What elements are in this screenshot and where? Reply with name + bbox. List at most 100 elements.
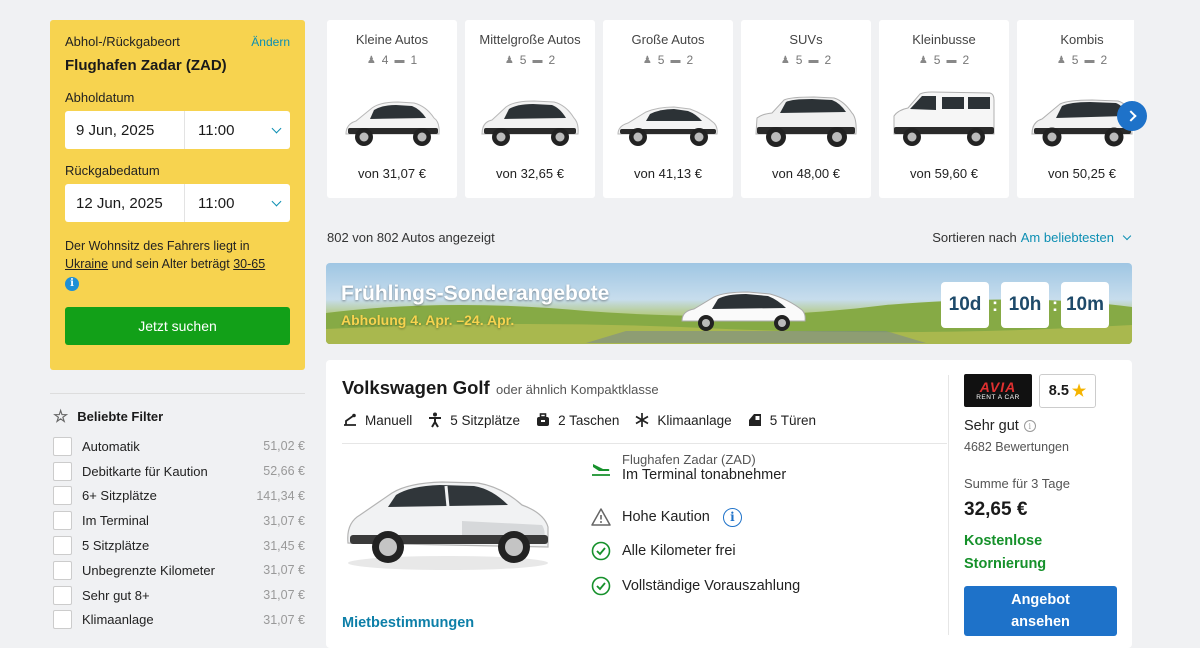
divider	[948, 375, 949, 635]
feature-doors: 5 Türen	[747, 412, 816, 428]
location-value: Flughafen Zadar (ZAD)	[65, 57, 227, 74]
bag-count: 2	[1100, 53, 1108, 67]
snowflake-icon	[635, 413, 649, 427]
pickup-date-input[interactable]: 9 Jun, 2025	[65, 111, 185, 149]
rental-terms-link[interactable]: Mietbestimmungen	[342, 615, 474, 631]
filter-checkbox[interactable]	[53, 436, 72, 456]
info-icon[interactable]: i	[722, 507, 742, 527]
return-label: Rückgabedatum	[65, 163, 160, 178]
pickup-label: Abholdatum	[65, 90, 135, 105]
gear-shift-icon	[344, 413, 356, 426]
person-icon	[429, 412, 442, 428]
offer-card: Volkswagen Golf oder ähnlich Kompaktklas…	[326, 360, 1132, 648]
promo-banner[interactable]: Frühlings-Sonderangebote Abholung 4. Apr…	[326, 263, 1132, 344]
bag-count: 2	[548, 53, 556, 67]
info-icon[interactable]: i	[65, 277, 79, 291]
car-door-icon	[748, 414, 761, 426]
filter-item-sehr-gut[interactable]: Sehr gut 8+ 31,07 €	[50, 583, 305, 608]
category-name: SUVs	[789, 32, 823, 47]
filter-checkbox[interactable]	[53, 486, 72, 506]
carousel-next-button[interactable]	[1117, 101, 1147, 131]
mileage-label: Alle Kilometer frei	[622, 543, 736, 559]
search-button[interactable]: Jetzt suchen	[65, 307, 290, 345]
person-icon: ♟	[642, 54, 652, 66]
category-card-estate[interactable]: Kombis ♟ 5 ▬ 2 von 50,25 €	[1017, 20, 1134, 198]
category-price: von 32,65 €	[496, 166, 564, 181]
filter-label: Automatik	[82, 438, 140, 454]
category-specs: ♟ 5 ▬ 2	[879, 53, 1009, 67]
view-offer-button[interactable]: Angebot ansehen	[964, 586, 1117, 636]
filter-item-5-seats[interactable]: 5 Sitzplätze 31,45 €	[50, 533, 305, 558]
filter-item-debitkarte[interactable]: Debitkarte für Kaution 52,66 €	[50, 459, 305, 484]
filter-price: 51,02 €	[263, 439, 305, 454]
filter-checkbox[interactable]	[53, 585, 72, 605]
return-time-select[interactable]: 11:00	[185, 184, 290, 222]
sort-value[interactable]: Am beliebtesten	[1021, 230, 1114, 245]
filter-checkbox[interactable]	[53, 511, 72, 531]
residence-country-link[interactable]: Ukraine	[65, 257, 108, 271]
category-name: Kleine Autos	[355, 32, 429, 47]
banner-title: Frühlings-Sonderangebote	[341, 282, 610, 305]
chevron-down-icon	[271, 196, 282, 206]
category-card-medium[interactable]: Mittelgroße Autos ♟ 5 ▬ 2 von 32,65 €	[465, 20, 595, 198]
category-name: Große Autos	[631, 32, 705, 47]
filters-title: Beliebte Filter	[77, 409, 164, 424]
suitcase-icon: ▬	[394, 54, 405, 66]
category-price: von 59,60 €	[910, 166, 978, 181]
info-icon[interactable]: i	[1023, 420, 1036, 432]
filter-label: Debitkarte für Kaution	[82, 463, 208, 479]
filter-price: 141,34 €	[256, 488, 305, 503]
category-card-van[interactable]: Kleinbusse ♟ 5 ▬ 2 von 59,60 €	[879, 20, 1009, 198]
return-date-input[interactable]: 12 Jun, 2025	[65, 184, 185, 222]
banner-car-image	[681, 291, 806, 331]
seat-count: 5	[1071, 53, 1079, 67]
category-price: von 48,00 €	[772, 166, 840, 181]
filter-item-automatik[interactable]: Automatik 51,02 €	[50, 434, 305, 459]
filter-checkbox[interactable]	[53, 461, 72, 481]
change-location-link[interactable]: Ändern	[251, 35, 290, 49]
filter-label: 6+ Sitzplätze	[82, 488, 157, 504]
category-card-suv[interactable]: SUVs ♟ 5 ▬ 2 von 48,00 €	[741, 20, 871, 198]
category-price: von 50,25 €	[1048, 166, 1116, 181]
return-datetime-field[interactable]: 12 Jun, 2025 11:00	[65, 184, 290, 222]
filter-item-im-terminal[interactable]: Im Terminal 31,07 €	[50, 508, 305, 533]
chevron-down-icon	[271, 123, 282, 133]
feature-label: 5 Türen	[769, 412, 816, 428]
filter-checkbox[interactable]	[53, 610, 72, 630]
pickup-time-select[interactable]: 11:00	[185, 111, 290, 149]
filter-item-klimaanlage[interactable]: Klimaanlage 31,07 €	[50, 608, 305, 633]
filter-price: 31,07 €	[263, 588, 305, 603]
bag-count: 1	[410, 53, 418, 67]
countdown-hours: 10h	[1001, 282, 1049, 328]
car-name: Volkswagen Golf	[342, 377, 490, 398]
category-card-large[interactable]: Große Autos ♟ 5 ▬ 2 von 41,13 €	[603, 20, 733, 198]
category-card-small[interactable]: Kleine Autos ♟ 4 ▬ 1 von 31,07 €	[327, 20, 457, 198]
filter-item-6-plus-seats[interactable]: 6+ Sitzplätze 141,34 €	[50, 484, 305, 509]
feature-label: Klimaanlage	[657, 412, 732, 428]
pickup-location-text: Flughafen Zadar (ZAD) Im Terminal tonabn…	[622, 452, 786, 483]
suitcase-icon: ▬	[532, 54, 543, 66]
filter-checkbox[interactable]	[53, 560, 72, 580]
sort-label: Sortieren nach	[932, 230, 1017, 245]
feature-ac: Klimaanlage	[634, 412, 732, 428]
filter-list: Automatik 51,02 € Debitkarte für Kaution 5…	[50, 434, 305, 632]
suitcase-icon: ▬	[670, 54, 681, 66]
category-price: von 41,13 €	[634, 166, 702, 181]
results-count: 802 von 802 Autos angezeigt	[327, 230, 495, 245]
bag-count: 2	[824, 53, 832, 67]
filter-checkbox[interactable]	[53, 536, 72, 556]
van-image	[893, 91, 995, 146]
star-icon: ★	[1071, 383, 1087, 400]
sort-control[interactable]: Sortieren nach Am beliebtesten	[932, 230, 1132, 245]
filter-item-unlimited-km[interactable]: Unbegrenzte Kilometer 31,07 €	[50, 558, 305, 583]
total-label: Summe für 3 Tage	[964, 476, 1070, 491]
rating-badge: 8.5 ★	[1039, 374, 1096, 408]
pickup-datetime-field[interactable]: 9 Jun, 2025 11:00	[65, 111, 290, 149]
person-icon: ♟	[366, 54, 376, 66]
category-name: Mittelgroße Autos	[479, 32, 581, 47]
view-offer-line2: ansehen	[1011, 614, 1070, 630]
location-label: Abhol-/Rückgabeort	[65, 34, 180, 49]
chevron-right-icon	[1124, 110, 1137, 122]
seat-count: 4	[381, 53, 389, 67]
driver-age-link[interactable]: 30-65	[233, 257, 265, 271]
